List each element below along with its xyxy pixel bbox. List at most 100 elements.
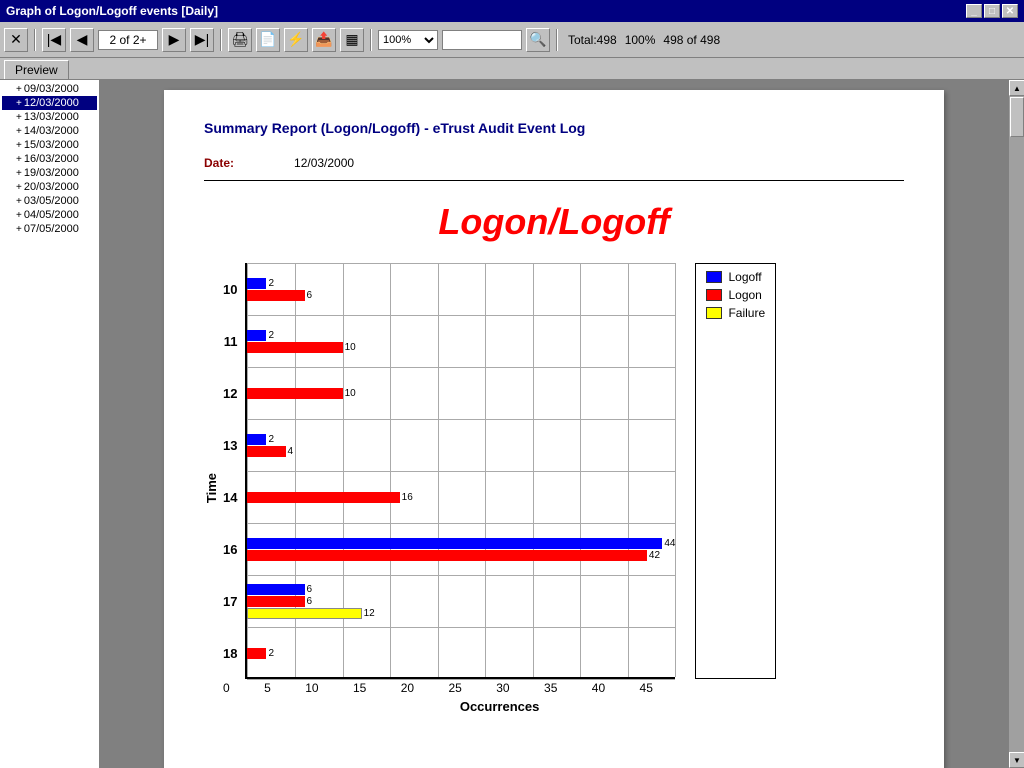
- sidebar: +09/03/2000 +12/03/2000 +13/03/2000 +14/…: [0, 80, 100, 768]
- sidebar-item-4[interactable]: +15/03/2000: [2, 138, 97, 152]
- minimize-button[interactable]: _: [966, 4, 982, 18]
- y-label-16: 16: [223, 523, 241, 575]
- bar-fill-logoff-11: [247, 330, 266, 341]
- bar-fill-logon-14: [247, 492, 399, 503]
- sidebar-item-2[interactable]: +13/03/2000: [2, 110, 97, 124]
- find-button[interactable]: 🔍: [526, 28, 550, 52]
- bar-row-10: 26: [247, 263, 675, 315]
- bar-label-logon-12: 10: [345, 388, 356, 399]
- x-tick-25: 25: [448, 681, 461, 695]
- date-value: 12/03/2000: [294, 156, 354, 170]
- content-area: Summary Report (Logon/Logoff) - eTrust A…: [100, 80, 1008, 768]
- bar-logoff-16: 44: [247, 538, 675, 549]
- y-label-14: 14: [223, 471, 241, 523]
- bar-label-logon-13: 4: [288, 446, 294, 457]
- maximize-button[interactable]: □: [984, 4, 1000, 18]
- date-label: Date:: [204, 156, 234, 170]
- x-axis-label: Occurrences: [223, 699, 776, 714]
- sidebar-item-3[interactable]: +14/03/2000: [2, 124, 97, 138]
- bar-logon-18: 2: [247, 648, 675, 659]
- logon-color: [706, 289, 722, 301]
- bar-label-logoff-16: 44: [664, 538, 675, 549]
- close-button[interactable]: ✕: [1002, 4, 1018, 18]
- scrollbar: ▲ ▼: [1008, 80, 1024, 768]
- export-button[interactable]: 📤: [312, 28, 336, 52]
- bar-logoff-13: 2: [247, 434, 675, 445]
- bar-fill-logon-10: [247, 290, 304, 301]
- x-tick-5: 5: [264, 681, 271, 695]
- layout-button[interactable]: ▦: [340, 28, 364, 52]
- total-label: Total:498: [568, 33, 617, 47]
- bar-fill-logon-13: [247, 446, 285, 457]
- bar-logoff-17: 6: [247, 584, 675, 595]
- bar-label-logon-17: 6: [307, 596, 313, 607]
- bar-failure-17: 12: [247, 608, 675, 619]
- bar-row-18: 2: [247, 627, 675, 679]
- page-input[interactable]: 2 of 2+: [98, 30, 158, 50]
- bar-logon-10: 6: [247, 290, 675, 301]
- y-label-17: 17: [223, 575, 241, 627]
- x-tick-0: 0: [223, 681, 230, 695]
- chart-area: 1011121314161718 26210102416444266122 Lo…: [223, 263, 776, 714]
- bar-row-14: 16: [247, 471, 675, 523]
- chart-title: Logon/Logoff: [204, 201, 904, 243]
- bar-fill-logoff-16: [247, 538, 662, 549]
- print-options-button[interactable]: 📄: [256, 28, 280, 52]
- y-label-10: 10: [223, 263, 241, 315]
- bar-logon-11: 10: [247, 342, 675, 353]
- first-page-button[interactable]: |◀: [42, 28, 66, 52]
- close-doc-button[interactable]: ✕: [4, 28, 28, 52]
- failure-color: [706, 307, 722, 319]
- report-page: Summary Report (Logon/Logoff) - eTrust A…: [164, 90, 944, 768]
- scroll-up-button[interactable]: ▲: [1009, 80, 1024, 96]
- y-label-18: 18: [223, 627, 241, 679]
- prev-page-button[interactable]: ◀: [70, 28, 94, 52]
- y-label-11: 11: [223, 315, 241, 367]
- bar-logon-16: 42: [247, 550, 675, 561]
- legend-label-logon: Logon: [728, 288, 761, 302]
- bar-row-16: 44 42: [247, 523, 675, 575]
- print-button[interactable]: 🖨: [228, 28, 252, 52]
- bar-row-17: 6612: [247, 575, 675, 627]
- bar-fill-logoff-17: [247, 584, 304, 595]
- bar-label-logon-16: 42: [649, 550, 660, 561]
- bar-fill-logon-17: [247, 596, 304, 607]
- window-controls: _ □ ✕: [966, 4, 1018, 18]
- find-input[interactable]: [442, 30, 522, 50]
- sidebar-item-8[interactable]: +03/05/2000: [2, 194, 97, 208]
- refresh-button[interactable]: ⚡: [284, 28, 308, 52]
- legend-item-logoff: Logoff: [706, 270, 765, 284]
- legend-label-failure: Failure: [728, 306, 765, 320]
- legend-item-logon: Logon: [706, 288, 765, 302]
- preview-tab[interactable]: Preview: [4, 60, 69, 79]
- sidebar-item-7[interactable]: +20/03/2000: [2, 180, 97, 194]
- toolbar: ✕ |◀ ◀ 2 of 2+ ▶ ▶| 🖨 📄 ⚡ 📤 ▦ 100% 75% 5…: [0, 22, 1024, 58]
- scroll-track: [1009, 96, 1024, 752]
- legend-label-logoff: Logoff: [728, 270, 761, 284]
- sidebar-item-6[interactable]: +19/03/2000: [2, 166, 97, 180]
- scroll-down-button[interactable]: ▼: [1009, 752, 1024, 768]
- bar-logon-13: 4: [247, 446, 675, 457]
- bar-label-logoff-13: 2: [268, 434, 274, 445]
- bar-logoff-11: 2: [247, 330, 675, 341]
- bar-label-logoff-10: 2: [268, 278, 274, 289]
- x-tick-30: 30: [496, 681, 509, 695]
- logoff-color: [706, 271, 722, 283]
- chart-container: Time 1011121314161718 262101024164442661…: [204, 263, 904, 714]
- bar-row-11: 210: [247, 315, 675, 367]
- sidebar-item-10[interactable]: +07/05/2000: [2, 222, 97, 236]
- next-page-button[interactable]: ▶: [162, 28, 186, 52]
- sidebar-item-0[interactable]: +09/03/2000: [2, 82, 97, 96]
- bar-fill-logon-12: [247, 388, 342, 399]
- legend-item-failure: Failure: [706, 306, 765, 320]
- sidebar-item-9[interactable]: +04/05/2000: [2, 208, 97, 222]
- h-grid-line-8: [247, 679, 675, 680]
- legend: Logoff Logon Failure: [695, 263, 776, 679]
- sidebar-item-5[interactable]: +16/03/2000: [2, 152, 97, 166]
- scroll-thumb[interactable]: [1010, 97, 1024, 137]
- zoom-select[interactable]: 100% 75% 50% 150%: [378, 30, 438, 50]
- sidebar-item-1[interactable]: +12/03/2000: [2, 96, 97, 110]
- y-label-13: 13: [223, 419, 241, 471]
- x-tick-40: 40: [592, 681, 605, 695]
- last-page-button[interactable]: ▶|: [190, 28, 214, 52]
